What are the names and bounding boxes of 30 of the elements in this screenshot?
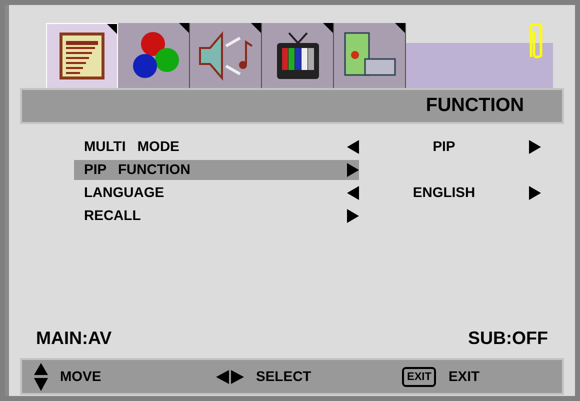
folded-corner-icon (323, 23, 333, 33)
tv-icon (274, 30, 320, 80)
left-arrow-icon[interactable] (347, 140, 359, 154)
folded-corner-icon (395, 23, 405, 33)
paper-clip-icon (527, 23, 545, 59)
folded-corner-icon (251, 23, 261, 33)
hint-label: EXIT (448, 367, 480, 386)
option-value: PIP (432, 137, 456, 156)
main-source: MAIN:AV (36, 327, 112, 350)
right-arrow-icon[interactable] (529, 140, 541, 154)
menu-item[interactable]: RECALL (74, 206, 359, 226)
sub-source: SUB:OFF (468, 327, 548, 350)
exit-key: EXIT (402, 366, 436, 386)
option-value: ENGLISH (412, 183, 476, 202)
right-arrow-icon[interactable] (347, 208, 359, 222)
up-down-arrows-icon (34, 362, 48, 390)
menu-item[interactable]: MULTI MODE (74, 136, 359, 156)
menu-title: FUNCTION (426, 94, 524, 118)
folded-corner-icon (107, 24, 117, 34)
menu-tab[interactable] (262, 23, 334, 88)
folded-corner-icon (179, 23, 189, 33)
left-right-arrows-icon (216, 370, 244, 384)
left-arrow-icon[interactable] (347, 186, 359, 200)
menu-item[interactable]: PIP FUNCTION (74, 160, 359, 180)
right-arrow-icon[interactable] (529, 186, 541, 200)
hint-label: MOVE (60, 367, 102, 386)
menu-item[interactable]: LANGUAGE (74, 182, 359, 202)
hint-label: SELECT (256, 367, 312, 386)
note-pad-icon (58, 31, 106, 81)
right-arrow-icon[interactable] (347, 162, 359, 176)
